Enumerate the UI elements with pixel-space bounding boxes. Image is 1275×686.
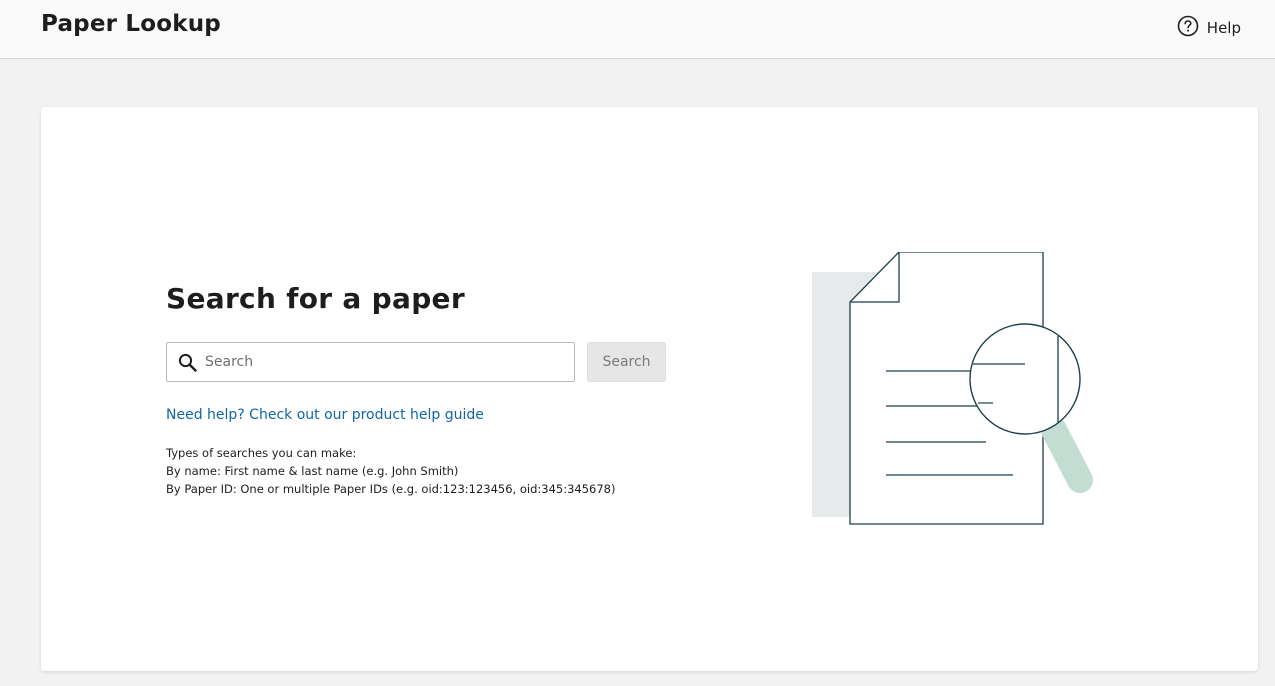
search-field[interactable]: [166, 342, 575, 382]
search-type-paper-id: By Paper ID: One or multiple Paper IDs (…: [166, 482, 616, 496]
question-circle-icon: [1177, 15, 1199, 41]
search-types-info: Types of searches you can make: By name:…: [166, 444, 615, 498]
help-label: Help: [1206, 19, 1241, 37]
search-icon: [178, 353, 197, 376]
help-guide-link[interactable]: Need help? Check out our product help gu…: [166, 407, 484, 423]
search-type-name: By name: First name & last name (e.g. Jo…: [166, 464, 459, 478]
search-button[interactable]: Search: [587, 342, 666, 382]
help-button[interactable]: Help: [1177, 15, 1241, 41]
search-types-intro: Types of searches you can make:: [166, 446, 357, 460]
app-title: Paper Lookup: [41, 11, 221, 37]
search-card: Search for a paper Search Need help? Che…: [41, 107, 1258, 671]
page-title: Search for a paper: [166, 282, 465, 315]
top-bar: Paper Lookup Help: [0, 0, 1275, 59]
document-search-icon: [812, 251, 1102, 546]
search-input[interactable]: [205, 343, 565, 381]
